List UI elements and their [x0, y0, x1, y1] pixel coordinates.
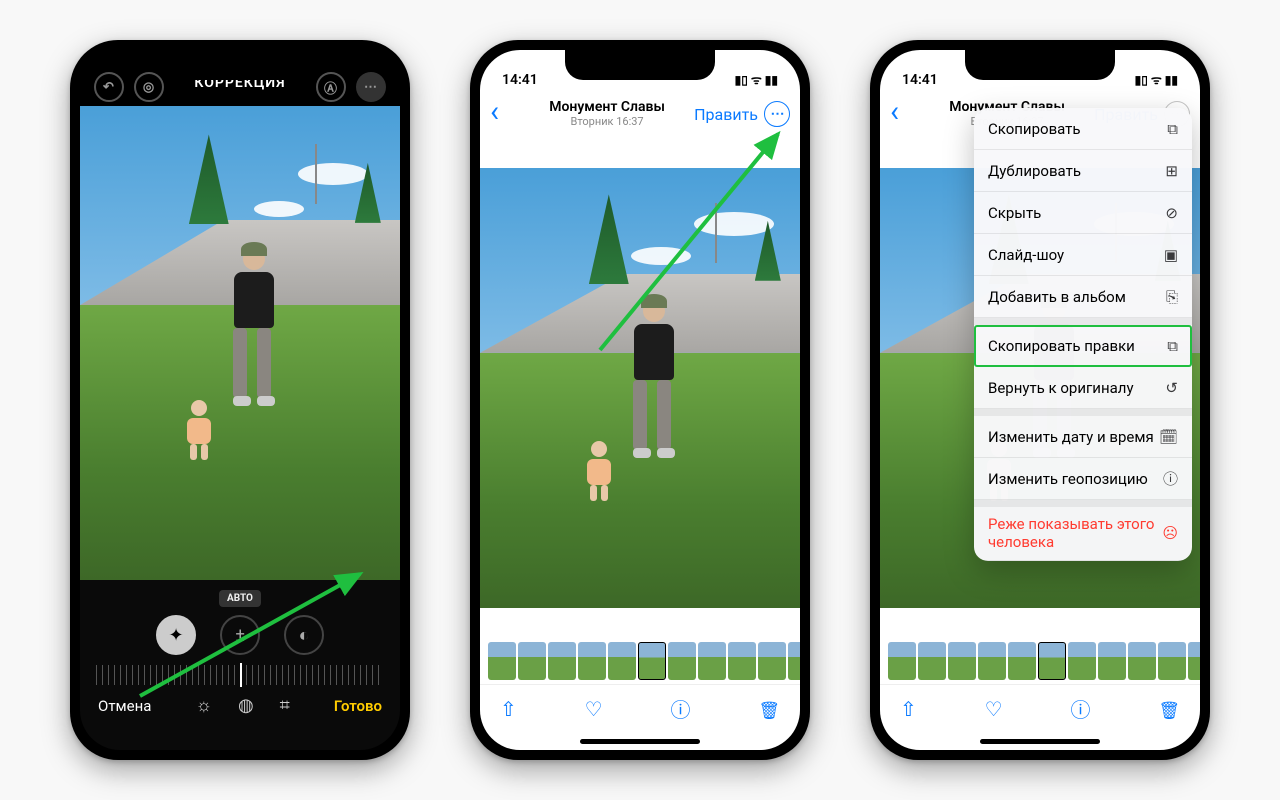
- more-button[interactable]: ⋯: [764, 101, 790, 127]
- thumbnail-strip[interactable]: [880, 638, 1200, 684]
- auto-wand-icon[interactable]: ✦: [156, 615, 196, 655]
- date-icon: 🗓: [1159, 428, 1178, 446]
- menu-item-label: Изменить дату и время: [988, 428, 1154, 446]
- edit-controls: АВТО ✦ ± ◐ Отмена ☼ ◍ ⌗ Готово: [80, 580, 400, 750]
- menu-item-duplicate[interactable]: Дублировать ⊞: [974, 150, 1192, 192]
- trash-icon[interactable]: [1158, 697, 1180, 721]
- menu-item-slideshow[interactable]: Слайд-шоу ▣: [974, 234, 1192, 276]
- menu-item-copy-edits[interactable]: Скопировать правки ⧉: [974, 325, 1192, 367]
- notch: [565, 50, 715, 80]
- menu-item-date[interactable]: Изменить дату и время 🗓: [974, 416, 1192, 458]
- done-button[interactable]: Готово: [334, 697, 382, 715]
- photo-toolbar: ⇧: [880, 684, 1200, 732]
- menu-item-label: Вернуть к оригиналу: [988, 379, 1134, 397]
- back-button[interactable]: [490, 97, 520, 132]
- favorite-icon[interactable]: [985, 697, 1003, 721]
- info-icon[interactable]: [1070, 694, 1090, 723]
- photo-subtitle: Вторник 16:37: [520, 116, 694, 128]
- menu-item-label: Дублировать: [988, 162, 1081, 180]
- photo-title: Монумент Славы: [520, 100, 694, 115]
- favorite-icon[interactable]: [585, 697, 603, 721]
- markup-icon[interactable]: Ⓐ: [316, 72, 346, 102]
- photo-toolbar: ⇧: [480, 684, 800, 732]
- slideshow-icon: ▣: [1164, 246, 1178, 264]
- info-icon[interactable]: [670, 694, 690, 723]
- home-indicator: [480, 732, 800, 750]
- menu-item-label: Скопировать: [988, 120, 1081, 138]
- menu-item-person-less[interactable]: Реже показывать этого человека☹: [974, 507, 1192, 561]
- photo-content: [80, 106, 400, 580]
- duplicate-icon: ⊞: [1165, 162, 1178, 180]
- notch: [965, 50, 1115, 80]
- menu-item-hide[interactable]: Скрыть ⊘: [974, 192, 1192, 234]
- hide-icon: ⊘: [1165, 204, 1178, 222]
- edit-button[interactable]: Править: [694, 105, 758, 124]
- location-icon: ⓘ: [1163, 468, 1178, 489]
- copy-edits-icon: ⧉: [1167, 337, 1178, 355]
- copy-icon: ⧉: [1167, 120, 1178, 138]
- status-icons: ▮▯ ᯤ ▮▮: [1135, 71, 1178, 88]
- menu-item-label: Скопировать правки: [988, 337, 1135, 355]
- context-menu: Скопировать ⧉ Дублировать ⊞ Скрыть ⊘ Слайд-шоу…: [974, 108, 1192, 561]
- menu-item-label: Слайд-шоу: [988, 246, 1064, 264]
- menu-item-add-album[interactable]: Добавить в альбом ⎘: [974, 276, 1192, 318]
- photo-viewer[interactable]: [480, 138, 800, 638]
- phone-context-menu: 14:41 ▮▯ ᯤ ▮▮ Монумент Славы Вторник 16:…: [870, 40, 1210, 760]
- adjust-icon[interactable]: ☼: [195, 695, 212, 716]
- photo-content: [480, 168, 800, 608]
- menu-item-copy[interactable]: Скопировать ⧉: [974, 108, 1192, 150]
- revert-icon[interactable]: ↶: [94, 72, 124, 102]
- nav-bar: Монумент Славы Вторник 16:37 Править ⋯: [480, 90, 800, 138]
- status-time: 14:41: [902, 72, 938, 88]
- photo-canvas[interactable]: [80, 106, 400, 580]
- back-button[interactable]: [890, 97, 920, 132]
- crop-icon[interactable]: ⌗: [280, 695, 290, 716]
- auto-label: АВТО: [219, 590, 261, 607]
- menu-item-label: Изменить геопозицию: [988, 470, 1148, 488]
- photo-title-block: Монумент Славы Вторник 16:37: [520, 100, 694, 127]
- notch: [165, 50, 315, 80]
- status-icons: ▮▯ ᯤ ▮▮: [735, 71, 778, 88]
- menu-item-label: Добавить в альбом: [988, 288, 1126, 306]
- add-album-icon: ⎘: [1166, 288, 1178, 306]
- filters-icon[interactable]: ◍: [238, 695, 254, 716]
- adjustment-slider[interactable]: [96, 665, 384, 685]
- menu-item-label: Скрыть: [988, 204, 1041, 222]
- revert-icon: ↺: [1165, 379, 1178, 397]
- trash-icon[interactable]: [758, 697, 780, 721]
- contrast-icon[interactable]: ◐: [284, 615, 324, 655]
- phone-edit-screen: ↶ ◎ КОРРЕКЦИЯ Ⓐ ⋯: [70, 40, 410, 760]
- live-icon[interactable]: ◎: [134, 72, 164, 102]
- exposure-icon[interactable]: ±: [220, 615, 260, 655]
- status-time: 14:41: [502, 72, 538, 88]
- menu-item-location[interactable]: Изменить геопозицию ⓘ: [974, 458, 1192, 500]
- menu-item-revert[interactable]: Вернуть к оригиналу ↺: [974, 367, 1192, 409]
- home-indicator: [880, 732, 1200, 750]
- phone-photo-view: 14:41 ▮▯ ᯤ ▮▮ Монумент Славы Вторник 16:…: [470, 40, 810, 760]
- person-less-icon: ☹: [1162, 525, 1178, 542]
- share-icon[interactable]: ⇧: [500, 697, 517, 721]
- share-icon[interactable]: ⇧: [900, 697, 917, 721]
- more-icon[interactable]: ⋯: [356, 72, 386, 102]
- thumbnail-strip[interactable]: [480, 638, 800, 684]
- cancel-button[interactable]: Отмена: [98, 697, 151, 715]
- menu-item-label: Реже показывать этого человека: [988, 516, 1162, 551]
